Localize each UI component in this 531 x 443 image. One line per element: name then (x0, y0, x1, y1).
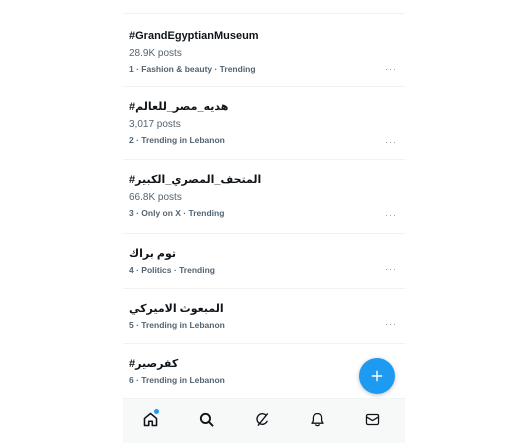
search-icon (199, 412, 214, 427)
trending-screen: #GrandEgyptianMuseum 28.9K posts 1 · Fas… (123, 0, 405, 443)
trend-tag: توم براك (129, 248, 176, 260)
more-icon[interactable]: ··· (385, 319, 397, 329)
trend-list: #GrandEgyptianMuseum 28.9K posts 1 · Fas… (123, 14, 405, 399)
nav-grok[interactable] (250, 407, 274, 431)
notifications-icon (310, 412, 324, 426)
trend-meta: 2 · Trending in Lebanon (129, 135, 225, 145)
more-icon[interactable]: ··· (385, 64, 397, 74)
trend-meta: 5 · Trending in Lebanon (129, 320, 225, 330)
trend-meta: 6 · Trending in Lebanon (129, 375, 225, 385)
trend-item[interactable]: المبعوث الاميركي 5 · Trending in Lebanon… (123, 289, 405, 344)
trend-item[interactable]: #المتحف_المصري_الكبير 66.8K posts 3 · On… (123, 160, 405, 234)
compose-post-button[interactable] (359, 358, 395, 394)
trend-post-count: 66.8K posts (129, 192, 182, 203)
unread-dot (154, 409, 159, 414)
more-icon[interactable]: ··· (385, 137, 397, 147)
nav-messages[interactable] (360, 407, 384, 431)
grok-icon (255, 412, 268, 426)
trend-tag: المبعوث الاميركي (129, 303, 224, 315)
trend-item[interactable]: #هديه_مصر_للعالم 3,017 posts 2 · Trendin… (123, 87, 405, 160)
trend-item[interactable]: توم براك 4 · Politics · Trending ··· (123, 234, 405, 289)
trend-meta: 3 · Only on X · Trending (129, 208, 225, 218)
nav-home[interactable] (138, 407, 162, 431)
trend-item[interactable]: #GrandEgyptianMuseum 28.9K posts 1 · Fas… (123, 14, 405, 87)
nav-search[interactable] (194, 407, 218, 431)
trend-meta: 1 · Fashion & beauty · Trending (129, 64, 256, 74)
messages-icon (365, 413, 379, 425)
trend-meta: 4 · Politics · Trending (129, 265, 215, 275)
more-icon[interactable]: ··· (385, 210, 397, 220)
trend-tag: #هديه_مصر_للعالم (129, 101, 229, 113)
trend-tag: #المتحف_المصري_الكبير (129, 174, 262, 186)
trend-post-count: 3,017 posts (129, 119, 181, 130)
trend-tag: #GrandEgyptianMuseum (129, 30, 259, 42)
bottom-navigation (123, 398, 405, 443)
plus-icon (371, 370, 383, 382)
trend-tag: #كفرصير (129, 358, 179, 370)
more-icon[interactable]: ··· (385, 264, 397, 274)
trend-post-count: 28.9K posts (129, 48, 182, 59)
nav-notifications[interactable] (305, 407, 329, 431)
